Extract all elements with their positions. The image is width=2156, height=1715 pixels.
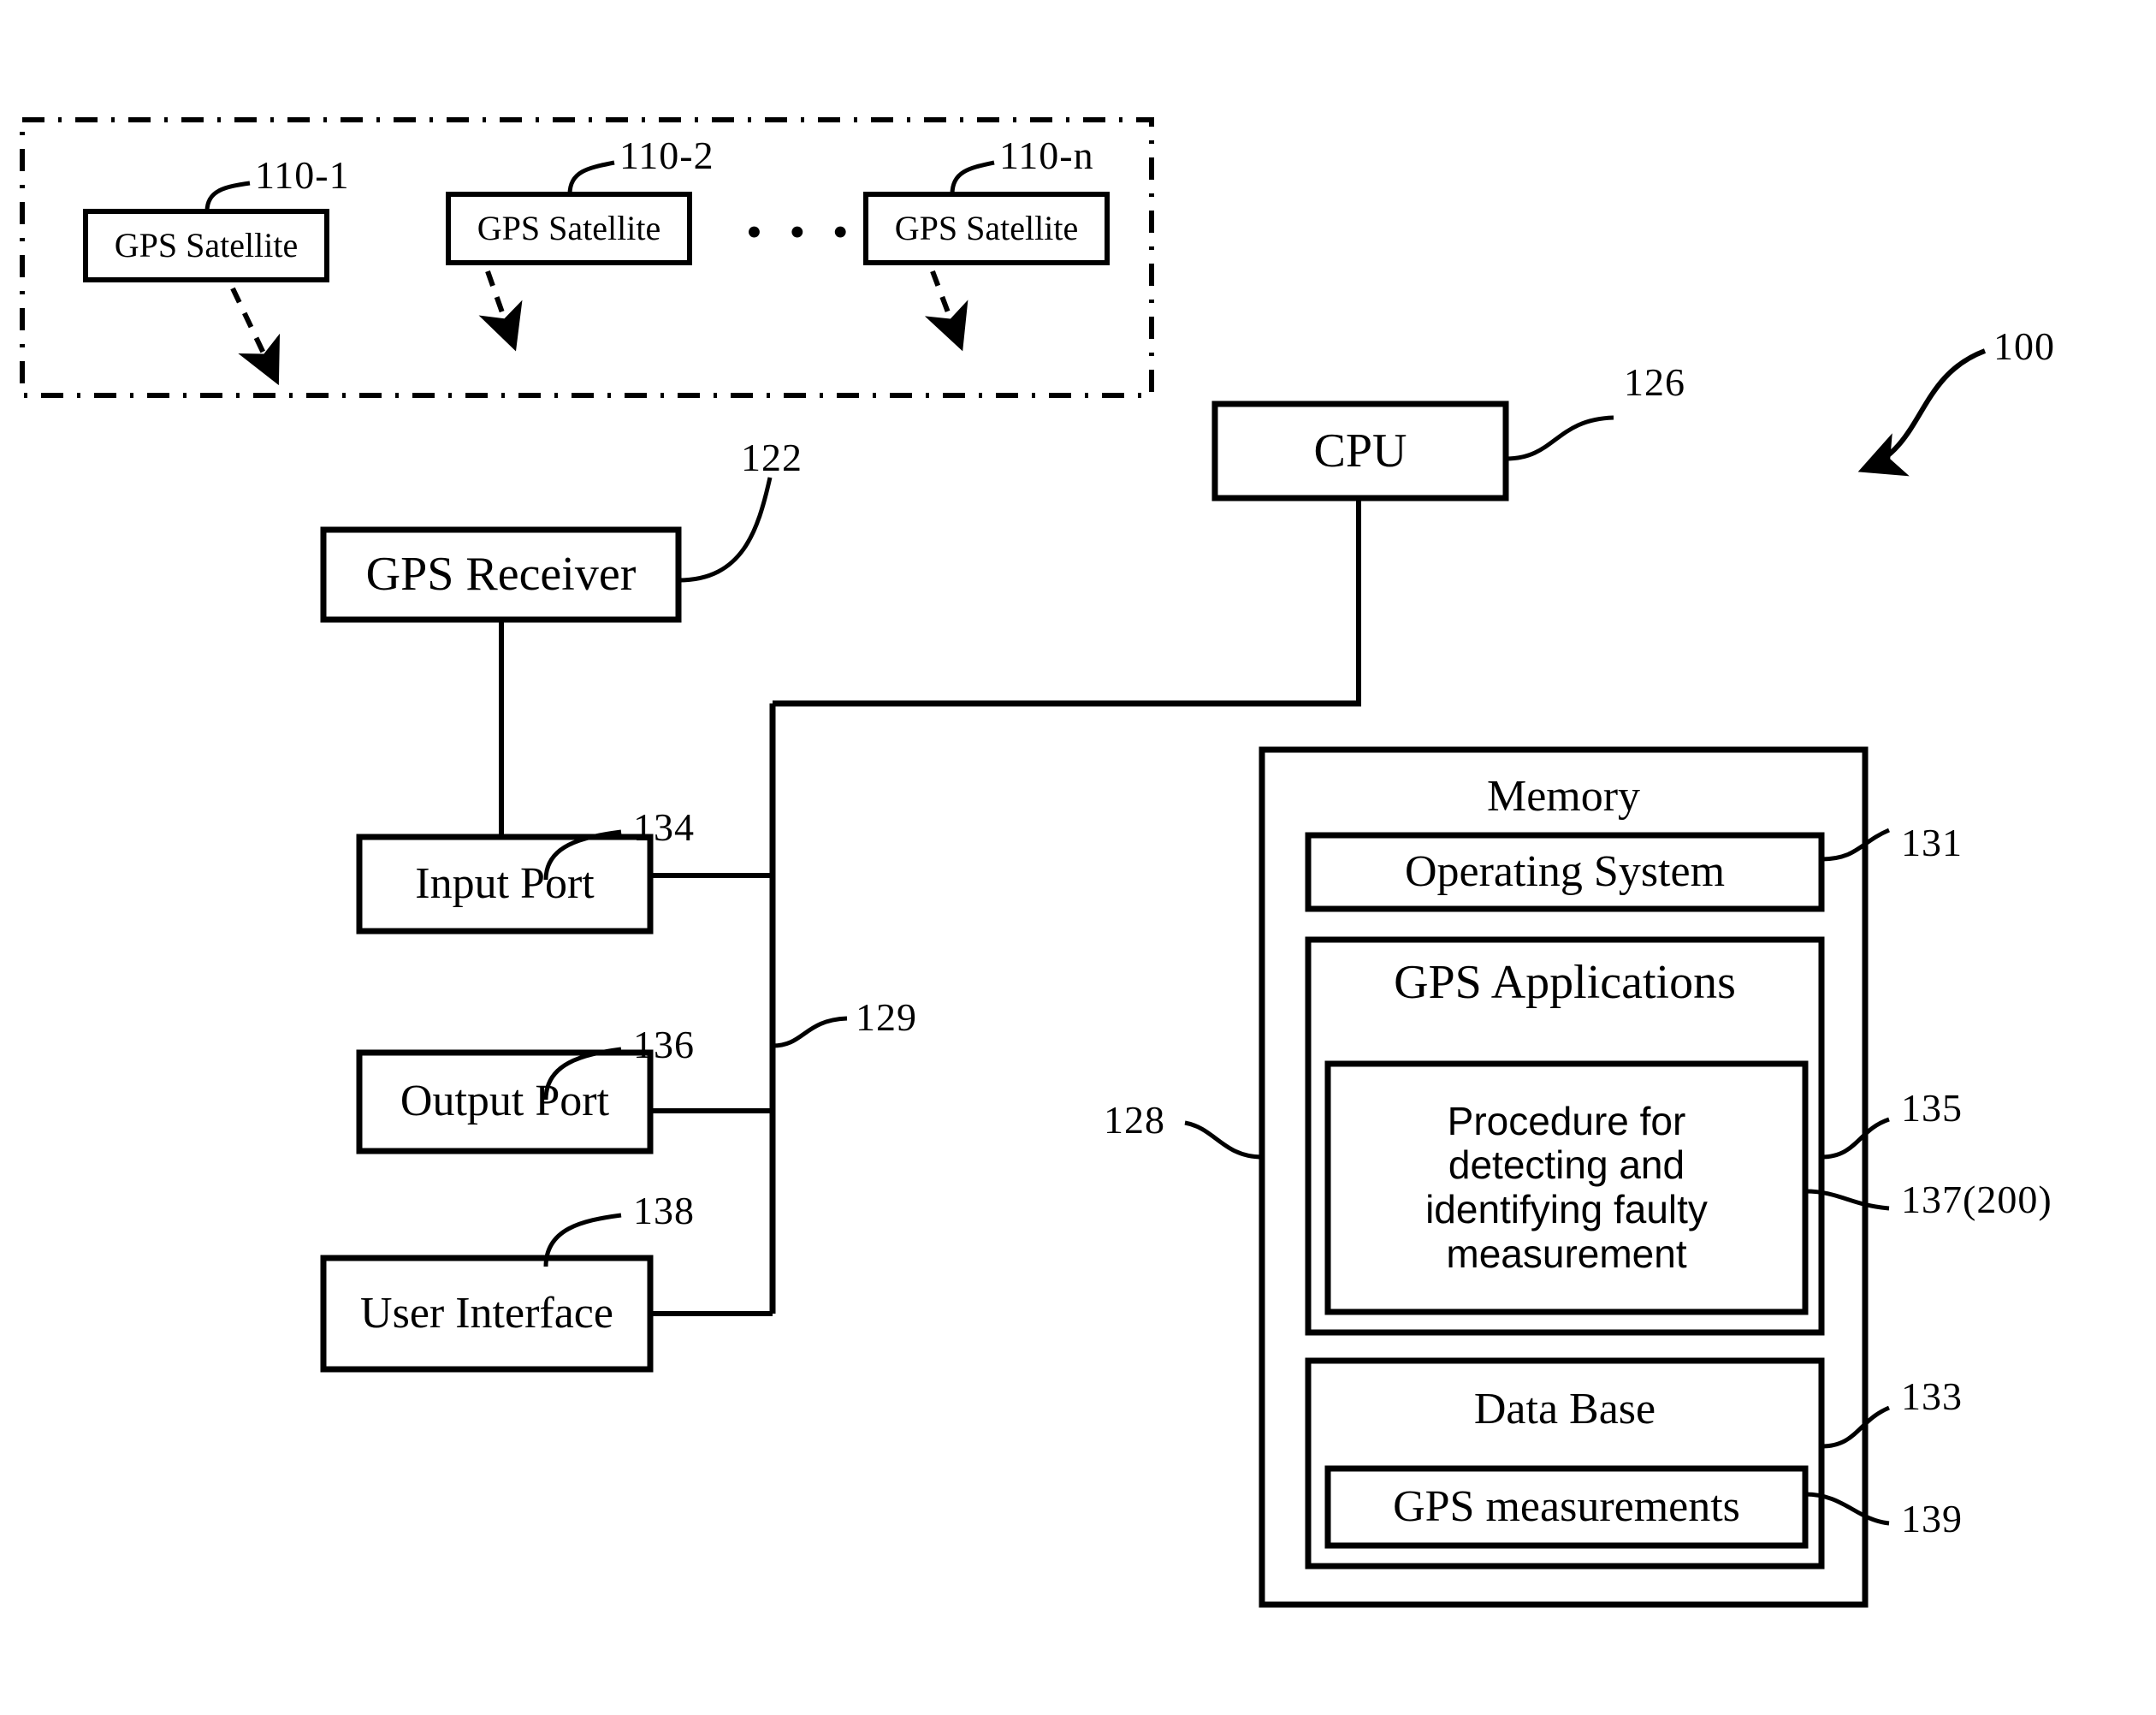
leader-110-n [950, 160, 995, 195]
procedure-label: Procedure for detecting and identifying … [1425, 1098, 1708, 1276]
gps-satellite-3-label: GPS Satellite [894, 208, 1079, 247]
gps-satellite-2-label: GPS Satellite [477, 208, 661, 247]
memory-label: Memory [1486, 771, 1641, 821]
leader-122 [678, 477, 773, 583]
ref-136: 136 [633, 1023, 695, 1066]
operating-system-label: Operating System [1404, 846, 1726, 896]
leader-126 [1505, 415, 1614, 461]
satellite-ellipsis: • • • [746, 206, 856, 258]
ref-110-2: 110-2 [619, 134, 714, 177]
ref-122: 122 [741, 436, 803, 479]
cpu-label: CPU [1313, 424, 1407, 478]
patent-figure: GPS Satellite GPS Satellite GPS Satellit… [0, 0, 2156, 1715]
ref-134: 134 [633, 805, 695, 849]
gps-receiver-label: GPS Receiver [365, 548, 637, 602]
leader-129 [772, 1016, 848, 1048]
gps-measurements-label: GPS measurements [1393, 1481, 1740, 1531]
ref-138: 138 [633, 1189, 695, 1232]
signal-arrow-3 [924, 270, 968, 352]
output-port-label: Output Port [400, 1077, 610, 1126]
ref-133: 133 [1901, 1374, 1963, 1418]
ref-137-200: 137(200) [1901, 1178, 2052, 1221]
input-port-label: Input Port [415, 858, 595, 908]
ref-110-n: 110-n [999, 134, 1094, 177]
gps-applications-label: GPS Applications [1394, 955, 1736, 1009]
ref-135: 135 [1901, 1086, 1963, 1130]
ref-110-1: 110-1 [255, 153, 350, 197]
signal-arrow-1 [230, 287, 281, 386]
ref-126: 126 [1624, 360, 1685, 404]
leader-110-1 [204, 181, 251, 212]
ref-128: 128 [1104, 1098, 1165, 1142]
leader-128 [1184, 1120, 1263, 1160]
gps-satellite-1-label: GPS Satellite [114, 225, 299, 264]
signal-arrow-2 [478, 270, 523, 352]
data-base-label: Data Base [1473, 1384, 1656, 1433]
ref-139: 139 [1901, 1497, 1963, 1540]
leader-110-2 [567, 160, 615, 195]
leader-100 [1857, 348, 1987, 477]
ref-129: 129 [856, 995, 917, 1039]
ref-131: 131 [1901, 821, 1963, 864]
user-interface-label: User Interface [360, 1288, 613, 1338]
ref-100: 100 [1993, 324, 2055, 368]
